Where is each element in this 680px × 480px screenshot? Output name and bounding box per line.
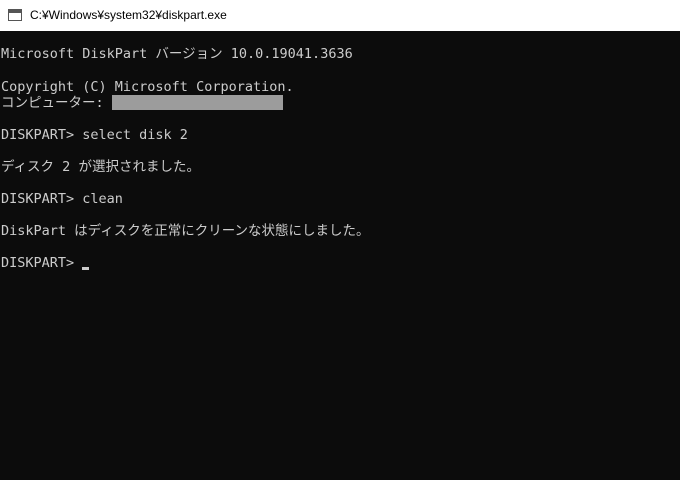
clean-command: DISKPART> clean	[1, 191, 123, 207]
console-line-clean-result: DiskPart はディスクを正常にクリーンな状態にしました。	[1, 222, 370, 240]
console-line-computer: コンピューター:	[1, 94, 283, 112]
copyright-text: Copyright (C) Microsoft Corporation.	[1, 79, 294, 95]
computer-label: コンピューター:	[1, 95, 112, 111]
console-window-icon[interactable]	[8, 9, 22, 21]
window-title: C:¥Windows¥system32¥diskpart.exe	[30, 8, 227, 22]
console-line-prompt[interactable]: DISKPART>	[1, 254, 90, 272]
redacted-computer-name	[111, 94, 283, 110]
diskpart-prompt: DISKPART>	[1, 255, 83, 271]
text-cursor	[82, 267, 90, 270]
select-disk-command: DISKPART> select disk 2	[1, 127, 188, 143]
console-line-clean-command: DISKPART> clean	[1, 190, 123, 208]
title-bar[interactable]: C:¥Windows¥system32¥diskpart.exe	[0, 0, 680, 31]
diskpart-window: C:¥Windows¥system32¥diskpart.exe Microso…	[0, 0, 680, 480]
console-line-select-command: DISKPART> select disk 2	[1, 126, 188, 144]
select-disk-result: ディスク 2 が選択されました。	[1, 159, 200, 175]
console-output-area[interactable]: Microsoft DiskPart バージョン 10.0.19041.3636…	[0, 31, 680, 480]
version-text: Microsoft DiskPart バージョン 10.0.19041.3636	[1, 46, 353, 62]
console-line-version: Microsoft DiskPart バージョン 10.0.19041.3636	[1, 45, 353, 63]
console-line-select-result: ディスク 2 が選択されました。	[1, 158, 200, 176]
clean-result: DiskPart はディスクを正常にクリーンな状態にしました。	[1, 223, 370, 239]
